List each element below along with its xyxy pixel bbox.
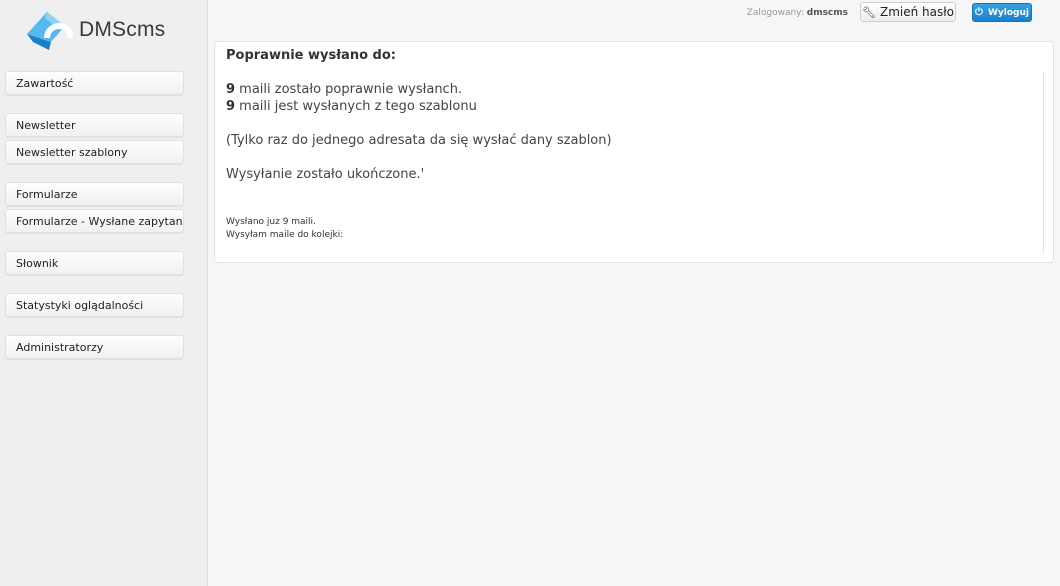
- template-summary: 9 maili jest wysłanych z tego szablonu: [226, 99, 477, 114]
- logged-in-info: Zalogowany: dmscms: [747, 8, 848, 18]
- logo[interactable]: DMScms: [25, 8, 165, 52]
- sidebar-item-formularze-wyslane[interactable]: Formularze - Wysłane zapytania: [5, 209, 184, 233]
- finished-text: Wysyłanie zostało ukończone.': [226, 167, 425, 182]
- note-text: (Tylko raz do jednego adresata da się wy…: [226, 133, 612, 148]
- sidebar: DMScms Zawartość Newsletter Newsletter s…: [0, 0, 208, 586]
- status-queue: Wysyłam maile do kolejki:: [226, 230, 344, 240]
- status-sent: Wysłano juz 9 maili.: [226, 217, 316, 227]
- panel-title: Poprawnie wysłano do:: [226, 48, 396, 63]
- panel-scrollbar[interactable]: [1043, 72, 1044, 253]
- logged-label: Zalogowany:: [746, 8, 804, 18]
- dmscms-logo-icon: [25, 8, 73, 52]
- sidebar-item-slownik[interactable]: Słownik: [5, 251, 184, 275]
- brand-name: DMScms: [79, 18, 166, 41]
- change-password-label: Zmień hasło: [879, 5, 954, 19]
- wrench-icon: 🔧︎: [862, 6, 876, 19]
- logout-button[interactable]: ⏻ Wyloguj: [972, 3, 1032, 22]
- result-panel: Poprawnie wysłano do: 9 maili zostało po…: [214, 41, 1054, 263]
- sent-summary: 9 maili zostało poprawnie wysłanch.: [226, 82, 462, 97]
- template-text: maili jest wysłanych z tego szablonu: [235, 99, 477, 114]
- sidebar-item-newsletter-szablony[interactable]: Newsletter szablony: [5, 140, 184, 164]
- sidebar-item-zawartosc[interactable]: Zawartość: [5, 71, 184, 95]
- sent-count: 9: [226, 82, 236, 97]
- sidebar-item-newsletter[interactable]: Newsletter: [5, 113, 184, 137]
- power-icon: ⏻: [975, 7, 983, 18]
- sidebar-item-statystyki[interactable]: Statystyki oglądalności: [5, 293, 184, 317]
- username: dmscms: [806, 8, 848, 18]
- logout-label: Wyloguj: [987, 8, 1029, 18]
- template-count: 9: [226, 99, 236, 114]
- sent-text: maili zostało poprawnie wysłanch.: [235, 82, 463, 97]
- sidebar-item-formularze[interactable]: Formularze: [5, 182, 184, 206]
- change-password-button[interactable]: 🔧︎ Zmień hasło: [860, 2, 956, 22]
- sidebar-item-administratorzy[interactable]: Administratorzy: [5, 335, 184, 359]
